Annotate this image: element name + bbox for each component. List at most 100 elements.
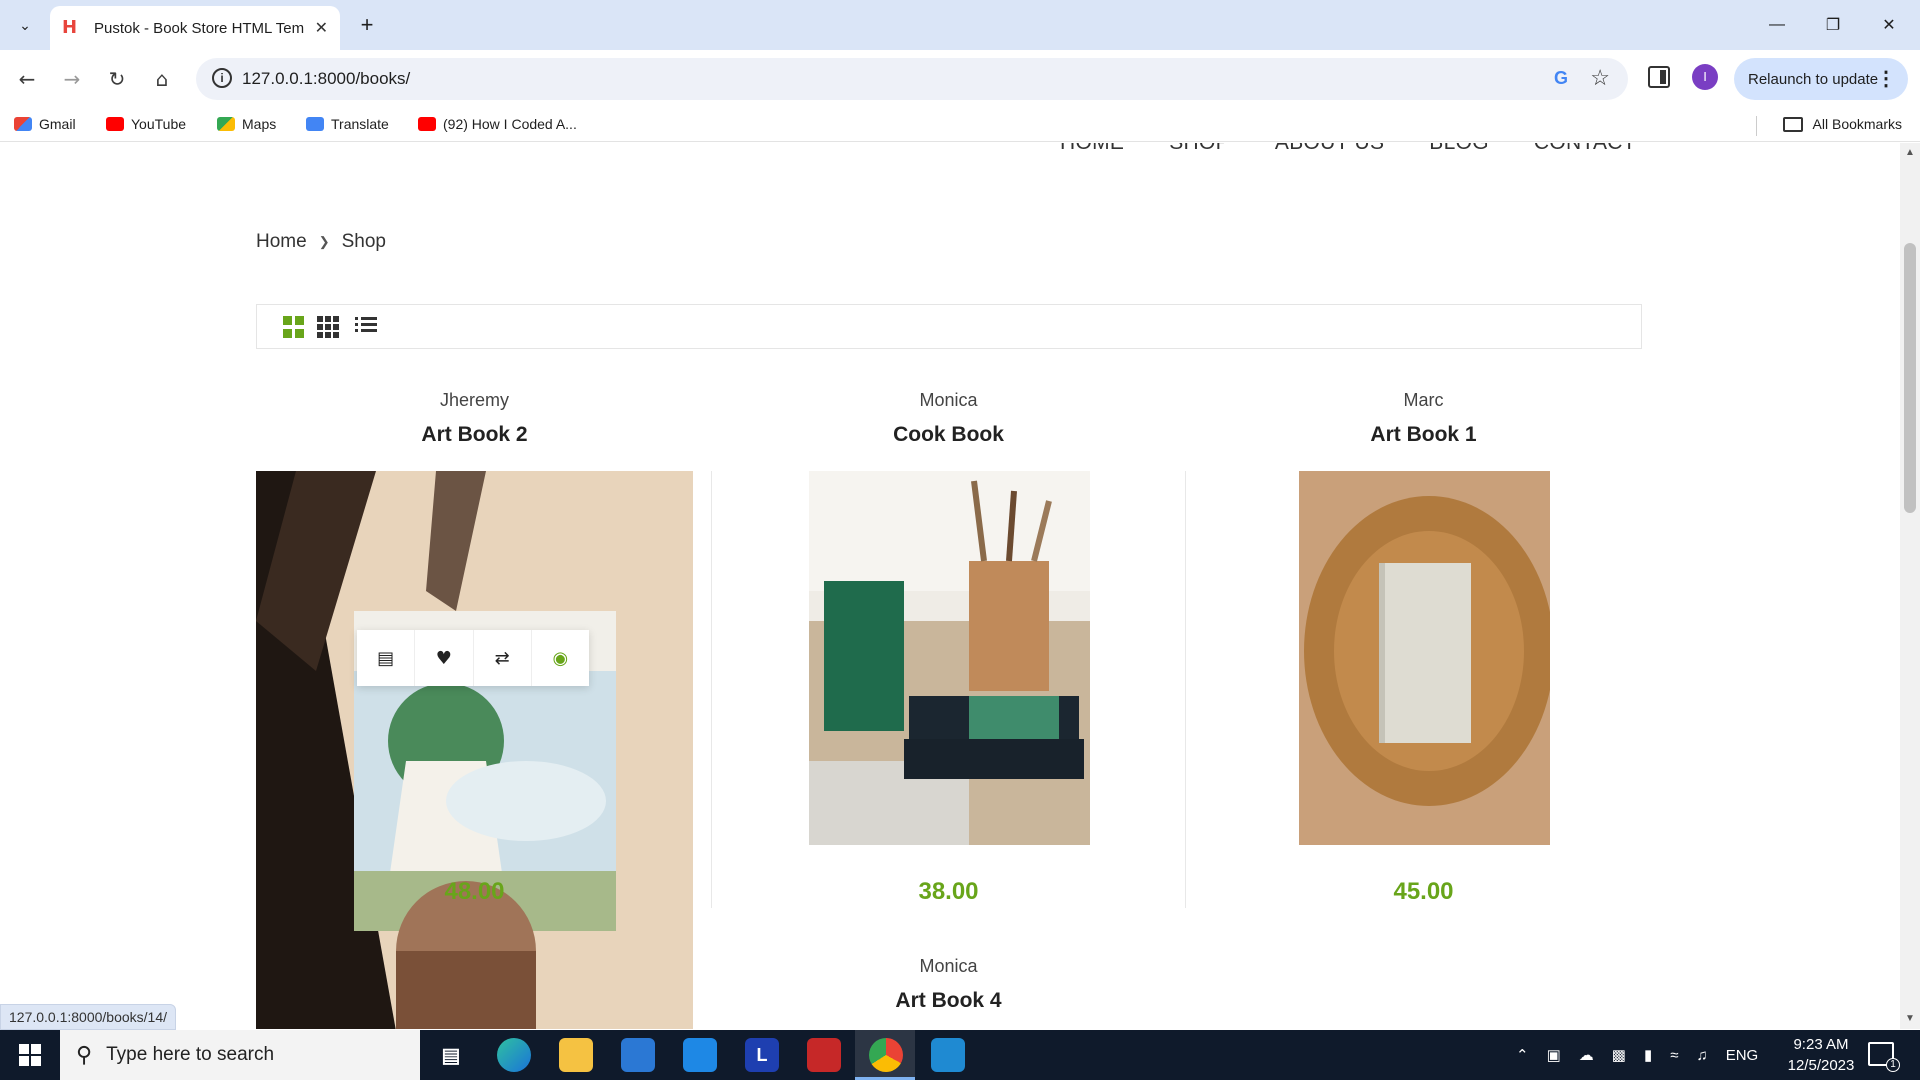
close-tab-icon[interactable]: ✕ [315, 18, 328, 38]
close-window-button[interactable]: ✕ [1864, 8, 1914, 42]
product-price: 48.00 [444, 878, 505, 905]
nav-shop[interactable]: SHOP [1169, 143, 1230, 155]
bookmark-translate[interactable]: Translate [306, 116, 389, 132]
product-price: 38.00 [918, 878, 979, 905]
onedrive-icon[interactable]: ☁ [1579, 1046, 1594, 1064]
product-author[interactable]: Monica [730, 390, 1167, 411]
bookmark-youtube[interactable]: YouTube [106, 116, 186, 132]
product-card[interactable]: Monica Art Book 4 [730, 956, 1167, 1013]
url-text[interactable]: 127.0.0.1:8000/books/ [242, 69, 410, 89]
scroll-down-icon[interactable]: ▼ [1905, 1013, 1915, 1024]
wifi-icon[interactable]: ≈ [1670, 1047, 1678, 1064]
home-button[interactable]: ⌂ [145, 62, 179, 96]
folder-icon [1782, 116, 1803, 132]
task-view-icon[interactable]: ▤ [434, 1038, 468, 1072]
bookmark-maps[interactable]: Maps [217, 116, 276, 132]
scroll-up-icon[interactable]: ▲ [1905, 147, 1915, 158]
menu-dots-icon[interactable]: ⋮ [1876, 66, 1896, 91]
product-image[interactable] [809, 471, 1090, 845]
bookmark-gmail[interactable]: Gmail [14, 116, 76, 132]
battery-icon[interactable]: ▮ [1644, 1046, 1652, 1064]
maps-icon [217, 117, 235, 131]
status-bar-url: 127.0.0.1:8000/books/14/ [0, 1004, 177, 1030]
page-scrollbar[interactable]: ▲ ▼ [1900, 143, 1920, 1029]
site-info-icon[interactable]: i [212, 68, 232, 88]
google-lens-icon[interactable]: G [1554, 68, 1568, 89]
shuffle-icon[interactable]: ⇄ [474, 630, 532, 686]
nav-about-us[interactable]: ABOUT US [1275, 143, 1384, 155]
all-bookmarks-button[interactable]: All Bookmarks [1782, 116, 1902, 132]
new-tab-button[interactable]: + [352, 10, 382, 40]
system-clock[interactable]: 9:23 AM 12/5/2023 [1776, 1034, 1866, 1076]
bookmark-video[interactable]: (92) How I Coded A... [418, 116, 577, 132]
language-indicator[interactable]: ENG [1726, 1047, 1759, 1064]
product-image[interactable] [1299, 471, 1550, 845]
reload-button[interactable]: ↻ [100, 62, 134, 96]
product-title[interactable]: Art Book 2 [256, 423, 693, 447]
product-title[interactable]: Art Book 1 [1205, 423, 1642, 447]
product-title[interactable]: Cook Book [730, 423, 1167, 447]
taskbar: ⚲ Type here to search ▤ L ⌃ ▣ ☁ ▩ ▮ ≈ ♫ … [0, 1030, 1920, 1080]
forward-button[interactable]: → [55, 62, 89, 96]
file-explorer-icon[interactable] [559, 1038, 593, 1072]
product-author[interactable]: Monica [730, 956, 1167, 977]
product-card[interactable]: Marc Art Book 1 [1205, 390, 1642, 447]
profile-avatar[interactable]: I [1692, 64, 1718, 90]
volume-icon[interactable]: ♫ [1696, 1047, 1707, 1064]
translate-icon [306, 117, 324, 131]
security-icon[interactable]: ▩ [1612, 1046, 1626, 1064]
mail-icon[interactable] [683, 1038, 717, 1072]
taskbar-search[interactable]: ⚲ Type here to search [60, 1030, 420, 1080]
clock-time: 9:23 AM [1793, 1036, 1849, 1053]
restore-button[interactable]: ❐ [1808, 8, 1858, 42]
nav-home[interactable]: HOME [1060, 143, 1124, 155]
nav-blog[interactable]: BLOG [1429, 143, 1489, 155]
clock-date: 12/5/2023 [1787, 1057, 1855, 1074]
product-actions: ▤ ♥ ⇄ ◉ [357, 630, 589, 686]
product-author[interactable]: Jheremy [256, 390, 693, 411]
all-bookmarks-label: All Bookmarks [1812, 116, 1902, 132]
browser-toolbar: ← → ↻ ⌂ i 127.0.0.1:8000/books/ G ☆ I Re… [0, 50, 1920, 108]
product-author[interactable]: Marc [1205, 390, 1642, 411]
eye-icon[interactable]: ◉ [532, 630, 589, 686]
product-card[interactable]: Monica Cook Book [730, 390, 1167, 447]
minimize-button[interactable]: — [1752, 8, 1802, 42]
edge-icon[interactable] [497, 1038, 531, 1072]
side-panel-icon[interactable] [1648, 66, 1670, 88]
mcafee-icon[interactable] [807, 1038, 841, 1072]
product-card[interactable]: Jheremy Art Book 2 [256, 390, 693, 447]
microsoft-store-icon[interactable] [621, 1038, 655, 1072]
start-button[interactable] [0, 1030, 60, 1080]
column-divider [1185, 471, 1186, 908]
app-l-icon[interactable]: L [745, 1038, 779, 1072]
breadcrumb-home[interactable]: Home [256, 231, 307, 253]
nav-contact[interactable]: CONTACT [1534, 143, 1636, 155]
vscode-icon[interactable] [931, 1038, 965, 1072]
back-button[interactable]: ← [10, 62, 44, 96]
chrome-icon[interactable] [869, 1038, 903, 1072]
relaunch-button[interactable]: Relaunch to update ⋮ [1734, 58, 1908, 100]
scroll-thumb[interactable] [1904, 243, 1916, 513]
chevron-right-icon: ❯ [318, 234, 330, 249]
address-bar[interactable]: i 127.0.0.1:8000/books/ G ☆ [196, 58, 1628, 100]
youtube-icon [106, 117, 124, 131]
bookmark-label: Maps [242, 116, 277, 132]
show-hidden-icons-icon[interactable]: ⌃ [1516, 1046, 1529, 1064]
browser-tab[interactable]: H Pustok - Book Store HTML Tem ✕ [50, 6, 340, 50]
heart-icon[interactable]: ♥ [415, 630, 474, 686]
title-bar: ⌄ H Pustok - Book Store HTML Tem ✕ + — ❐… [0, 0, 1920, 50]
product-price: 45.00 [1393, 878, 1454, 905]
grid-3-view-icon[interactable] [317, 316, 339, 338]
page-viewport: HOME SHOP ABOUT US BLOG CONTACT Home ❯ S… [0, 143, 1900, 1029]
meet-icon[interactable]: ▣ [1547, 1046, 1561, 1064]
search-icon: ⚲ [76, 1042, 93, 1068]
product-image[interactable] [256, 471, 693, 1029]
bookmark-star-icon[interactable]: ☆ [1590, 65, 1610, 91]
cart-icon[interactable]: ▤ [357, 630, 416, 686]
tab-search-button[interactable]: ⌄ [10, 10, 40, 40]
grid-2-view-icon[interactable] [283, 316, 305, 338]
relaunch-label: Relaunch to update [1748, 70, 1879, 88]
product-title[interactable]: Art Book 4 [730, 989, 1167, 1013]
list-view-icon[interactable] [355, 314, 377, 336]
site-favicon-icon: H [62, 17, 78, 38]
